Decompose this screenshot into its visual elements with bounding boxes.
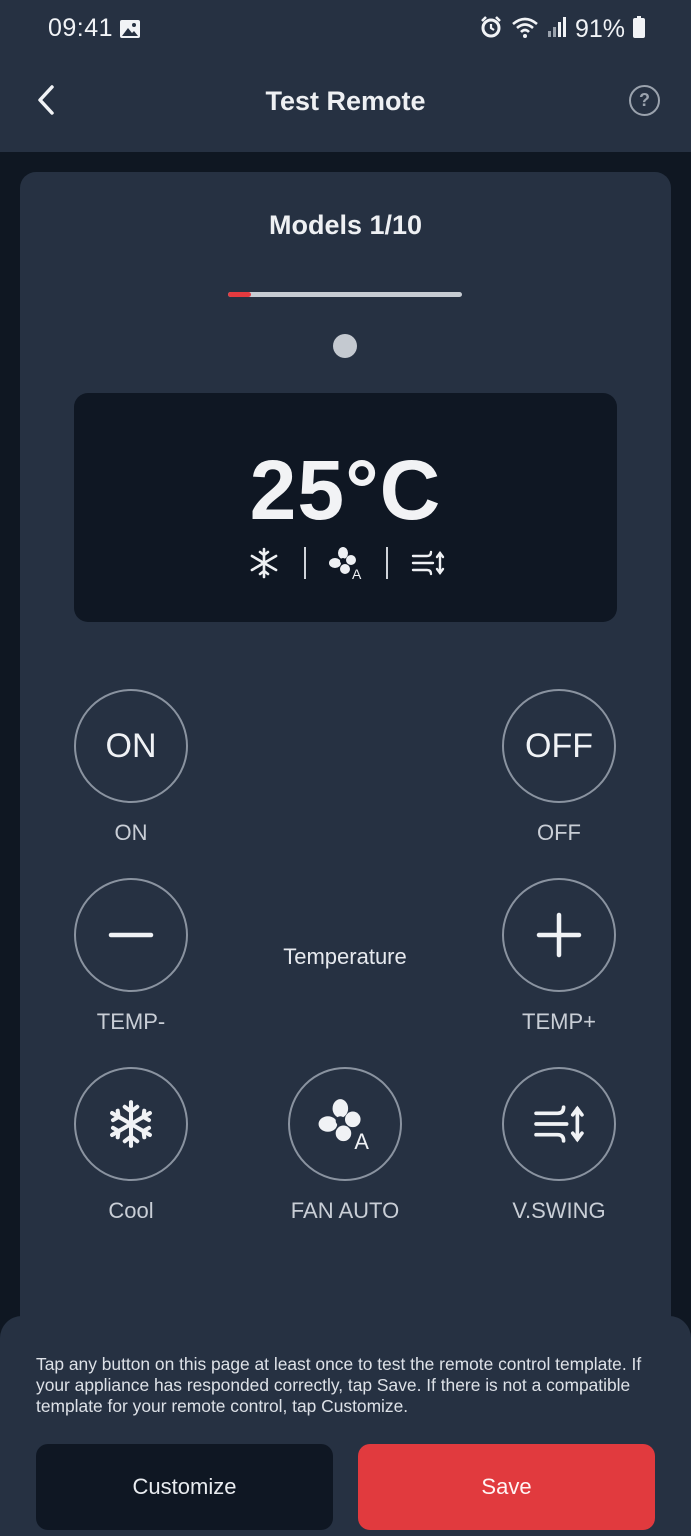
instructions-text: Tap any button on this page at least onc… <box>36 1354 642 1416</box>
display-divider <box>385 547 388 579</box>
off-button[interactable]: OFF <box>502 689 616 803</box>
display-mode-icons: A <box>74 545 617 581</box>
minus-icon <box>108 932 154 938</box>
fan-auto-icon: A <box>318 1099 369 1152</box>
status-bar: 09:41 91% <box>0 0 691 60</box>
on-button[interactable]: ON <box>74 689 188 803</box>
status-right: 91% <box>479 13 645 45</box>
fan-auto-button[interactable]: A <box>288 1067 402 1181</box>
v-swing-button[interactable] <box>502 1067 616 1181</box>
temp-minus-label: TEMP- <box>96 1009 166 1034</box>
fan-auto-icon: A <box>328 545 364 581</box>
temperature-readout: 25°C <box>249 443 442 537</box>
display-divider <box>303 547 306 579</box>
off-label: OFF <box>537 820 581 845</box>
signal-icon <box>547 16 567 43</box>
vertical-swing-icon <box>534 1105 584 1143</box>
svg-text:A: A <box>354 1129 369 1152</box>
remote-display: 25°C A <box>74 393 617 622</box>
snowflake-icon <box>110 1100 152 1148</box>
page-indicator-dot <box>333 334 357 358</box>
off-button-text: OFF <box>525 726 593 765</box>
plus-icon <box>536 912 582 958</box>
v-swing-label: V.SWING <box>512 1198 606 1223</box>
customize-button[interactable]: Customize <box>36 1444 333 1530</box>
temp-plus-label: TEMP+ <box>522 1009 596 1034</box>
vertical-swing-icon <box>410 545 446 581</box>
gallery-icon <box>119 18 141 40</box>
wifi-icon <box>511 15 539 44</box>
svg-text:A: A <box>352 566 362 581</box>
alarm-icon <box>479 15 503 44</box>
help-button[interactable]: ? <box>629 85 660 116</box>
help-circle-icon: ? <box>639 90 650 110</box>
status-time: 09:41 <box>48 14 114 42</box>
battery-icon <box>633 15 645 43</box>
page-title: Test Remote <box>265 86 426 116</box>
models-progress <box>228 292 462 297</box>
models-counter: Models 1/10 <box>268 210 423 240</box>
cool-label: Cool <box>108 1198 154 1223</box>
on-label: ON <box>114 820 148 845</box>
save-button[interactable]: Save <box>358 1444 655 1530</box>
cool-button[interactable] <box>74 1067 188 1181</box>
snowflake-icon <box>246 545 282 581</box>
on-button-text: ON <box>105 726 157 765</box>
battery-percent: 91% <box>574 14 625 43</box>
temp-plus-button[interactable] <box>502 878 616 992</box>
models-progress-fill <box>228 292 252 297</box>
temp-minus-button[interactable] <box>74 878 188 992</box>
temperature-label: Temperature <box>283 944 407 969</box>
fan-auto-label: FAN AUTO <box>290 1198 400 1223</box>
